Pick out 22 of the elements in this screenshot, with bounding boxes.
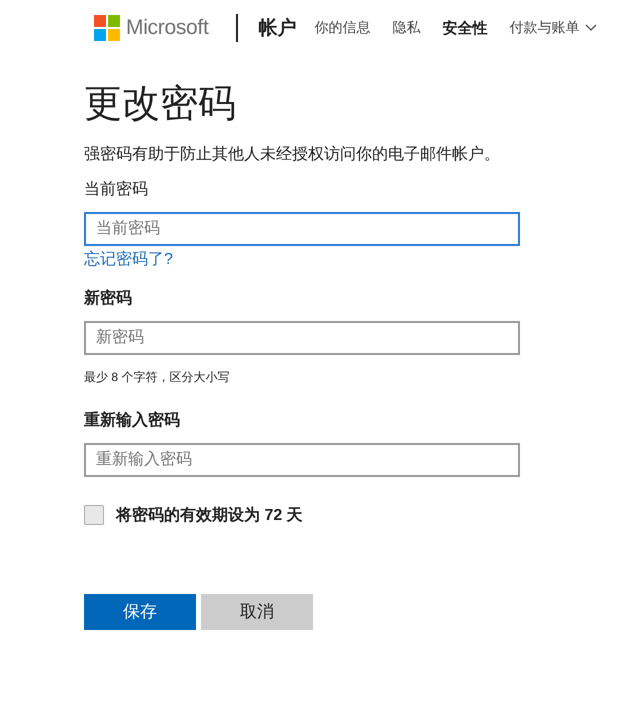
description: 强密码有助于防止其他人未经授权访问你的电子邮件帐户。 bbox=[84, 144, 501, 165]
field-label: 新密码 bbox=[84, 288, 132, 309]
checkbox[interactable] bbox=[84, 505, 104, 526]
forgot-password-link[interactable]: 忘记密码了? bbox=[84, 248, 173, 270]
page-title: 更改密码 bbox=[84, 84, 237, 126]
microsoft-logo-icon bbox=[94, 15, 120, 41]
chevron-down-icon bbox=[585, 24, 598, 32]
nav-link[interactable]: 安全性 bbox=[442, 18, 488, 38]
password-field[interactable]: 新密码 bbox=[84, 320, 520, 355]
password-field[interactable]: 重新输入密码 bbox=[84, 442, 520, 477]
save-button[interactable]: 保存 bbox=[84, 594, 196, 630]
section-title: 帐户 bbox=[258, 16, 296, 41]
brand-name: Microsoft bbox=[126, 16, 208, 40]
nav-link[interactable]: 付款与账单 bbox=[509, 19, 598, 37]
password-field[interactable]: 当前密码 bbox=[84, 212, 520, 246]
checkbox-label: 将密码的有效期设为 72 天 bbox=[116, 505, 303, 526]
field-label: 当前密码 bbox=[84, 180, 148, 200]
field-label: 重新输入密码 bbox=[84, 410, 180, 431]
nav-link[interactable]: 你的信息 bbox=[314, 19, 370, 37]
password-hint: 最少 8 个字符，区分大小写 bbox=[84, 368, 230, 386]
cancel-button[interactable]: 取消 bbox=[201, 594, 313, 630]
nav-link[interactable]: 隐私 bbox=[392, 19, 420, 37]
